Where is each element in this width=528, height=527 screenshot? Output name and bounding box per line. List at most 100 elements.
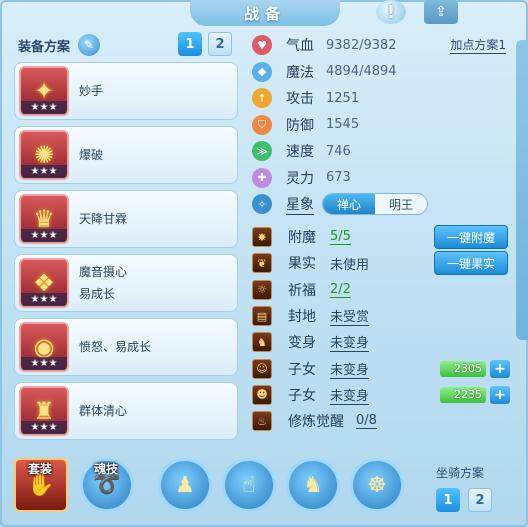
stat-row: ↑ 攻击 1251 (252, 85, 514, 112)
equip-text: 魔音摄心 易成长 (79, 261, 127, 305)
equip-item[interactable]: ✦ ★★★ 妙手 (14, 62, 238, 120)
equip-icon: ♜ ★★★ (19, 386, 69, 436)
equip-text: 群体清心 (79, 400, 127, 422)
feature-label: 果实 (288, 256, 316, 273)
stat-value: 673 (326, 170, 351, 186)
pet-slot-2[interactable]: ☝ (222, 458, 276, 512)
enchant-icon: ✸ (252, 227, 272, 248)
stat-row: ◆ 魔法 4894/4894 (252, 59, 514, 86)
equip-text: 天降甘霖 (79, 208, 127, 230)
mount-plan-label: 坐骑方案 (436, 466, 485, 480)
star-rating: ★★★ (21, 229, 67, 242)
child-icon: ☻ (252, 384, 272, 405)
feature-label: 封地 (288, 309, 316, 326)
equip-plan-label: 装备方案 (18, 39, 71, 55)
equip-item[interactable]: ✺ ★★★ 爆破 (14, 126, 238, 184)
equip-text: 妙手 (79, 80, 103, 102)
mount-plan-1-button[interactable]: 1 (436, 488, 460, 512)
stat-label: 灵力 (286, 170, 314, 187)
equip-line1: 愤怒、易成长 (79, 340, 152, 354)
feature-row: ♨ 修炼觉醒 0/8 (252, 408, 514, 434)
stat-value: 1251 (326, 90, 360, 106)
stat-label: 攻击 (286, 91, 314, 108)
feature-label: 修炼觉醒 (288, 414, 344, 431)
feature-row: ♞ 变身 未变身 (252, 329, 514, 355)
equip-item[interactable]: ♜ ★★★ 群体清心 (14, 382, 238, 440)
speed-icon: ≫ (252, 141, 272, 162)
feature-value[interactable]: 未变身 (330, 385, 370, 405)
feature-action-button[interactable]: 一键附魔 (434, 225, 508, 250)
feature-row: ☺ 子女 未变身 2305 + (252, 355, 514, 381)
equip-icon: ✦ ★★★ (19, 66, 69, 116)
feature-value[interactable]: 未受赏 (330, 306, 370, 327)
star-rating: ★★★ (21, 101, 67, 114)
child-power-bar: 2235 (440, 386, 486, 403)
stats-panel: ♥ 气血 9382/9382 加点方案1 ◆ 魔法 4894/4894 ↑ 攻击 1251 ⛉ 防御 1… (252, 32, 514, 218)
stat-label: 魔法 (286, 64, 314, 81)
feature-row: ❦ 果实 未使用 一键果实 (252, 250, 514, 276)
transform-icon: ♞ (252, 332, 272, 353)
share-icon[interactable]: ⇪ (424, 0, 458, 24)
equip-icon: ❖ ★★★ (19, 258, 69, 308)
exclamation-icon[interactable]: ! (376, 0, 406, 24)
suit-label: 套装 (28, 462, 53, 476)
feature-value[interactable]: 0/8 (356, 413, 377, 430)
spirit-icon: ✚ (252, 167, 272, 188)
plus-icon[interactable]: + (490, 359, 510, 378)
equip-item[interactable]: ◉ ★★★ 愤怒、易成长 (14, 318, 238, 376)
pet-slot-4[interactable]: ☸ (350, 458, 404, 512)
stat-row: ⛉ 防御 1545 (252, 112, 514, 139)
addpoint-plan-link[interactable]: 加点方案1 (450, 36, 506, 55)
feature-value[interactable]: 未变身 (330, 332, 370, 353)
star-rating: ★★★ (21, 421, 67, 434)
fruit-icon: ❦ (252, 253, 272, 274)
equip-item[interactable]: ♛ ★★★ 天降甘霖 (14, 190, 238, 248)
feature-value[interactable]: 2/2 (330, 282, 351, 298)
equip-line1: 魔音摄心 (79, 265, 128, 279)
equip-text: 愤怒、易成长 (79, 336, 151, 358)
hand-gesture-icon: ☝ (242, 472, 256, 498)
plus-icon[interactable]: + (490, 385, 510, 404)
feature-value[interactable]: 未使用 (330, 254, 369, 273)
equip-plan-1-button[interactable]: 1 (178, 32, 202, 56)
shield-icon: ⛉ (252, 114, 272, 135)
star-row: ✧ 星象 禅心 明王 (252, 191, 514, 218)
feature-row: ▤ 封地 未受赏 (252, 303, 514, 329)
feature-action-button[interactable]: 一键果实 (434, 251, 508, 276)
stat-label: 气血 (286, 38, 314, 55)
star-option-mingwang[interactable]: 明王 (375, 194, 427, 215)
feature-value[interactable]: 5/5 (330, 229, 351, 246)
feature-row: ☼ 祈福 2/2 (252, 277, 514, 303)
equip-line1: 爆破 (79, 148, 104, 162)
mount-plan-2-button[interactable]: 2 (468, 488, 492, 512)
stat-row: ♥ 气血 9382/9382 加点方案1 (252, 32, 514, 59)
edit-pencil-icon[interactable]: ✎ (78, 34, 101, 56)
equip-icon: ◉ ★★★ (19, 322, 69, 372)
equip-icon: ✺ ★★★ (19, 130, 69, 180)
star-option-chanxin[interactable]: 禅心 (323, 194, 375, 215)
figure-icon: ♟ (175, 472, 195, 498)
child-icon: ☺ (252, 358, 272, 379)
feature-row: ✸ 附魔 5/5 一键附魔 (252, 224, 514, 250)
star-toggle: 禅心 明王 (322, 193, 428, 216)
bless-icon: ☼ (252, 279, 272, 300)
page-title: 战备 (190, 0, 340, 26)
features-panel: ✸ 附魔 5/5 一键附魔 ❦ 果实 未使用 一键果实 ☼ 祈福 2/2 ▤ 封地 未受赏 ♞ 变身 未变身 ☺ 子… (252, 224, 514, 434)
equip-line1: 妙手 (79, 84, 104, 98)
star-label[interactable]: 星象 (286, 194, 314, 215)
feature-label: 附魔 (288, 230, 316, 247)
side-tab-strip[interactable] (516, 40, 528, 340)
equip-plan-2-button[interactable]: 2 (208, 32, 232, 56)
pet-slot-1[interactable]: ♟ (158, 458, 212, 512)
child-power-bar: 2305 (440, 360, 486, 377)
diamond-icon: ◆ (252, 61, 272, 82)
equip-item[interactable]: ❖ ★★★ 魔音摄心 易成长 (14, 254, 238, 312)
mount-plan-switch: 1 2 (436, 488, 492, 512)
pet-slot-3[interactable]: ♞ (286, 458, 340, 512)
feature-label: 子女 (288, 387, 316, 404)
feature-row: ☻ 子女 未变身 2235 + (252, 382, 514, 408)
feature-value[interactable]: 未变身 (330, 359, 370, 379)
star-rating: ★★★ (21, 357, 67, 370)
warrior-icon: ♞ (303, 472, 323, 498)
stat-value: 9382/9382 (326, 37, 397, 53)
